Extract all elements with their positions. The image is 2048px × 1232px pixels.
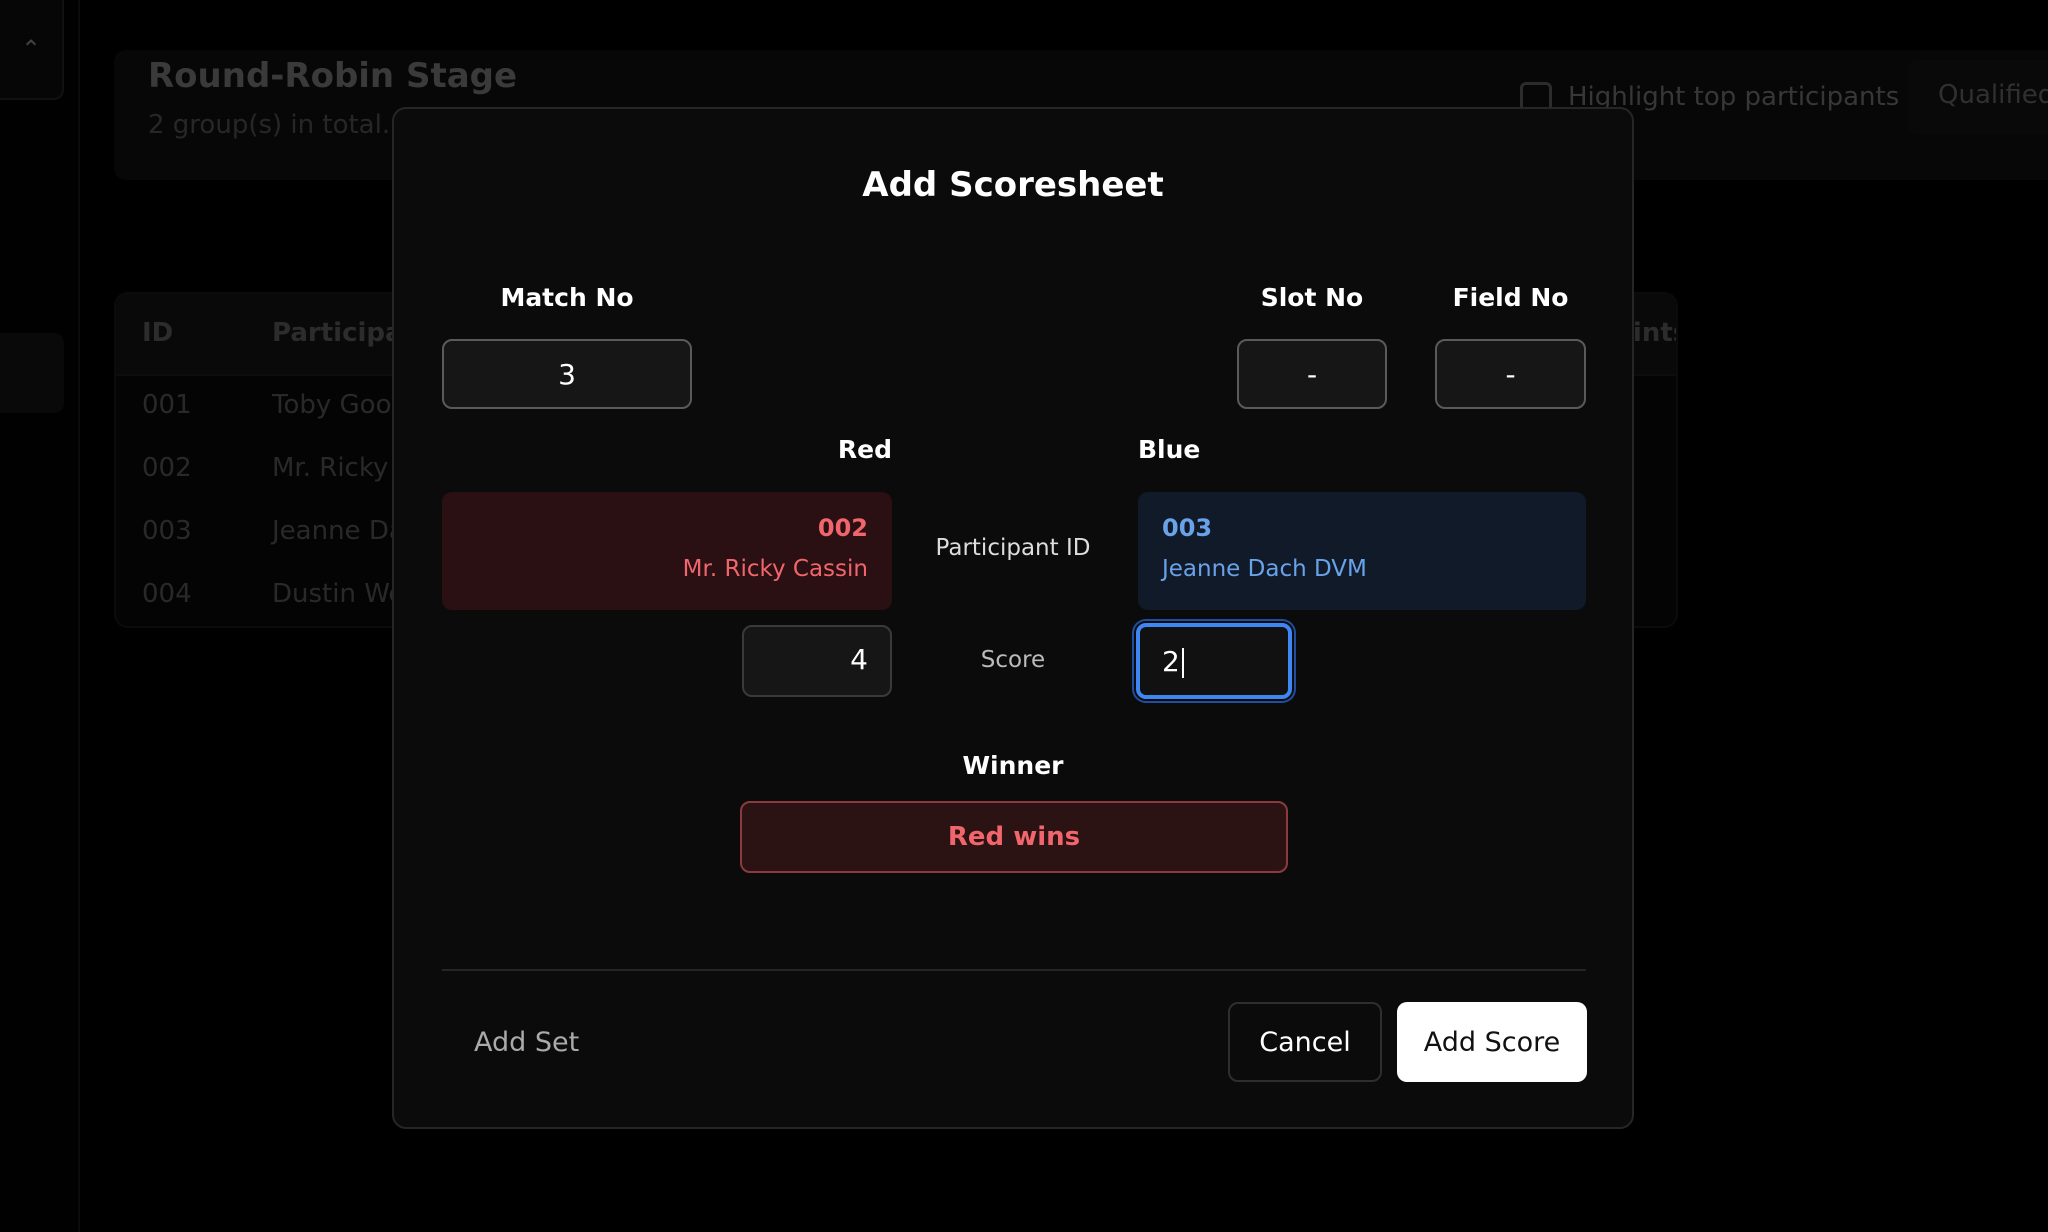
slot-no-label: Slot No [1260,283,1364,312]
slot-no-input[interactable]: - [1237,339,1387,409]
red-label: Red [837,435,892,464]
blue-score-value: 2 [1162,645,1180,678]
cancel-button[interactable]: Cancel [1228,1002,1382,1082]
blue-score-input[interactable]: 2 [1136,623,1292,699]
blue-participant-id: 003 [1162,514,1213,542]
blue-participant-name: Jeanne Dach DVM [1162,556,1367,582]
dialog-title: Add Scoresheet [862,165,1164,205]
field-no-label: Field No [1452,283,1569,312]
field-no-input[interactable]: - [1435,339,1586,409]
match-no-label: Match No [500,283,634,312]
add-score-button[interactable]: Add Score [1397,1002,1587,1082]
score-label: Score [980,647,1046,673]
winner-select[interactable]: Red wins [740,801,1288,873]
add-set-button[interactable]: Add Set [474,1027,579,1058]
blue-label: Blue [1138,435,1201,464]
match-no-input[interactable]: 3 [442,339,692,409]
winner-label: Winner [962,751,1064,780]
divider [442,969,1586,971]
text-caret [1181,648,1184,678]
add-scoresheet-dialog: Add Scoresheet Match No 3 Slot No - Fiel… [392,107,1634,1129]
blue-participant-card[interactable]: 003 Jeanne Dach DVM [1138,492,1586,610]
